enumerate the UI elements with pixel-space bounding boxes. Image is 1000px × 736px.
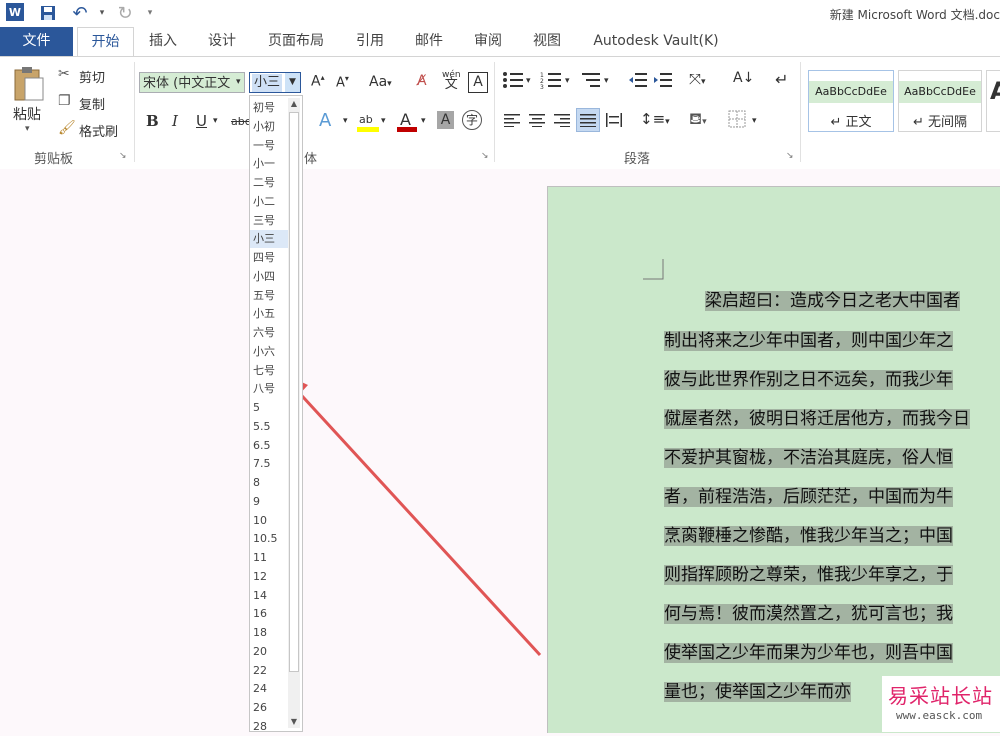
annotation-arrow <box>280 372 542 657</box>
font-size-dropdown-list[interactable]: 初号 小初 一号 小一 二号 小二 三号 小三 四号 小四 五号 小五 六号 小六 七号 八号 5 5.5 6.5 7… <box>249 95 303 733</box>
font-size-option[interactable]: 14 <box>250 587 289 605</box>
font-size-option[interactable]: 六号 <box>250 324 289 342</box>
watermark-url: www.easck.com <box>896 709 983 722</box>
font-size-option[interactable]: 12 <box>250 568 289 586</box>
scrollbar-thumb[interactable] <box>289 112 299 672</box>
font-size-option[interactable]: 9 <box>250 493 289 511</box>
font-size-option[interactable]: 小二 <box>250 193 289 211</box>
font-size-option[interactable]: 七号 <box>250 362 289 380</box>
font-size-option[interactable]: 11 <box>250 549 289 567</box>
watermark-text: 易采站长站 <box>888 684 993 708</box>
scroll-down-icon[interactable]: ▼ <box>288 716 300 728</box>
font-size-option[interactable]: 三号 <box>250 212 289 230</box>
font-size-option[interactable]: 26 <box>250 699 289 717</box>
font-size-option[interactable]: 28 <box>250 718 289 736</box>
font-size-option[interactable]: 5.5 <box>250 418 289 436</box>
font-size-option[interactable]: 小五 <box>250 305 289 323</box>
font-size-option[interactable]: 10 <box>250 512 289 530</box>
font-size-option[interactable]: 小一 <box>250 155 289 173</box>
font-size-option[interactable]: 7.5 <box>250 455 289 473</box>
watermark: 易采站长站 www.easck.com <box>882 676 1000 732</box>
font-size-option[interactable]: 8 <box>250 474 289 492</box>
scroll-up-icon[interactable]: ▲ <box>288 98 300 110</box>
font-size-option[interactable]: 小四 <box>250 268 289 286</box>
font-size-option[interactable]: 八号 <box>250 380 289 398</box>
font-size-option[interactable]: 24 <box>250 680 289 698</box>
font-size-option[interactable]: 18 <box>250 624 289 642</box>
font-size-option[interactable]: 5 <box>250 399 289 417</box>
font-size-option[interactable]: 二号 <box>250 174 289 192</box>
font-size-option[interactable]: 6.5 <box>250 437 289 455</box>
font-size-option[interactable]: 22 <box>250 662 289 680</box>
font-size-option[interactable]: 小三 <box>250 230 289 249</box>
dropdown-scrollbar[interactable]: ▲ ▼ <box>288 98 300 728</box>
font-size-option[interactable]: 20 <box>250 643 289 661</box>
font-size-option[interactable]: 小初 <box>250 118 289 136</box>
font-size-option[interactable]: 16 <box>250 605 289 623</box>
font-size-option[interactable]: 一号 <box>250 137 289 155</box>
font-size-option[interactable]: 五号 <box>250 287 289 305</box>
font-size-option[interactable]: 10.5 <box>250 530 289 548</box>
font-size-option[interactable]: 小六 <box>250 343 289 361</box>
font-size-option[interactable]: 四号 <box>250 249 289 267</box>
font-size-option[interactable]: 初号 <box>250 99 289 117</box>
